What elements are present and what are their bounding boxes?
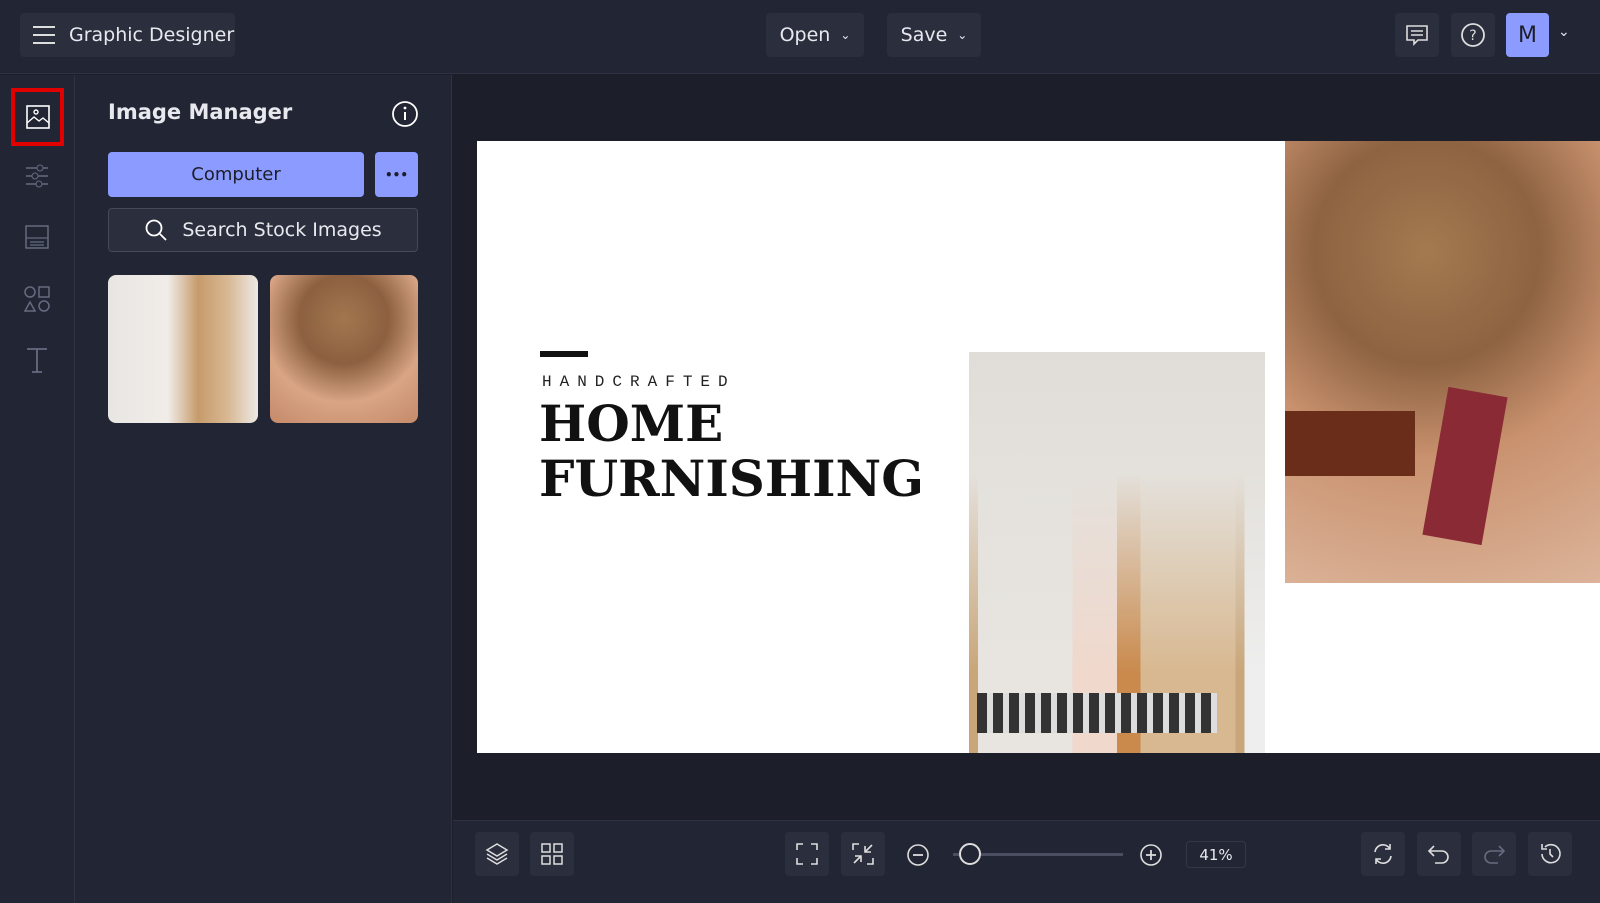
image-thumbnail-basket[interactable] [270,275,418,423]
chevron-down-icon: ⌄ [840,28,851,42]
sidebar-item-shapes[interactable] [16,278,58,320]
bottom-toolbar: 41% [453,820,1600,903]
open-button[interactable]: Open ⌄ [766,13,864,57]
zoom-percent[interactable]: 41% [1186,841,1246,868]
help-button[interactable]: ? [1451,13,1495,57]
grid-button[interactable] [530,832,574,876]
open-label: Open [779,24,831,46]
sliders-icon [26,164,48,188]
canvas-image-basket[interactable] [1285,141,1600,583]
layout-icon [25,225,49,249]
computer-upload-button[interactable]: Computer [108,152,364,197]
panel-title: Image Manager [108,100,293,124]
bench [977,693,1217,733]
help-icon: ? [1461,23,1485,47]
app-menu-button[interactable]: Graphic Designer [20,13,235,57]
shapes-icon [24,286,50,312]
shoe [1422,386,1508,546]
tool-sidebar [0,75,75,903]
text-icon [27,348,47,373]
shrink-button[interactable] [841,832,885,876]
design-canvas[interactable]: HANDCRAFTED HOME FURNISHING [477,141,1600,753]
more-options-button[interactable]: ••• [375,152,418,197]
canvas-subtitle[interactable]: HANDCRAFTED [542,373,736,391]
history-button[interactable] [1528,832,1572,876]
chevron-down-icon: ⌄ [957,28,968,42]
radio-box [1285,411,1415,476]
top-bar: Graphic Designer Open ⌄ Save ⌄ ? M ⌄ [0,0,1600,74]
svg-text:?: ? [1469,28,1476,44]
redo-button[interactable] [1472,832,1516,876]
canvas-image-clothing-rack[interactable] [969,352,1265,753]
title-line-1: HOME [539,394,724,453]
avatar[interactable]: M [1506,13,1549,57]
undo-icon [1427,845,1449,864]
info-icon[interactable] [391,100,419,128]
image-thumbnail-clothing-rack[interactable] [108,275,258,423]
reset-button[interactable] [1361,832,1405,876]
comment-icon [1406,25,1428,46]
sidebar-item-layout[interactable] [16,216,58,258]
search-icon [145,219,167,241]
account-chevron-icon[interactable]: ⌄ [1558,24,1570,40]
title-line-2: FURNISHING [539,449,924,508]
undo-button[interactable] [1417,832,1461,876]
shrink-icon [852,843,874,865]
save-label: Save [900,24,948,46]
refresh-icon [1374,844,1392,864]
search-label: Search Stock Images [182,219,382,241]
expand-icon [796,843,818,865]
zoom-slider-thumb[interactable] [959,843,981,865]
app-title: Graphic Designer [69,24,235,46]
sidebar-item-adjust[interactable] [16,155,58,197]
canvas-title[interactable]: HOME FURNISHING [539,396,924,506]
zoom-in-icon[interactable] [1139,843,1163,867]
fit-screen-button[interactable] [785,832,829,876]
grid-icon [541,843,563,865]
hamburger-icon [33,26,55,44]
zoom-out-icon[interactable] [906,843,930,867]
history-icon [1541,843,1561,864]
redo-icon [1484,845,1506,864]
save-button[interactable]: Save ⌄ [887,13,981,57]
zoom-slider[interactable] [953,843,1123,865]
sidebar-item-images[interactable] [11,88,64,146]
image-icon [25,105,50,129]
sidebar-item-text[interactable] [16,339,58,381]
search-stock-images-button[interactable]: Search Stock Images [108,208,418,252]
image-manager-panel: Image Manager Computer ••• Search Stock … [75,75,452,903]
layers-button[interactable] [475,832,519,876]
layers-icon [485,843,509,865]
comments-button[interactable] [1395,13,1439,57]
decorative-bar [540,351,588,357]
